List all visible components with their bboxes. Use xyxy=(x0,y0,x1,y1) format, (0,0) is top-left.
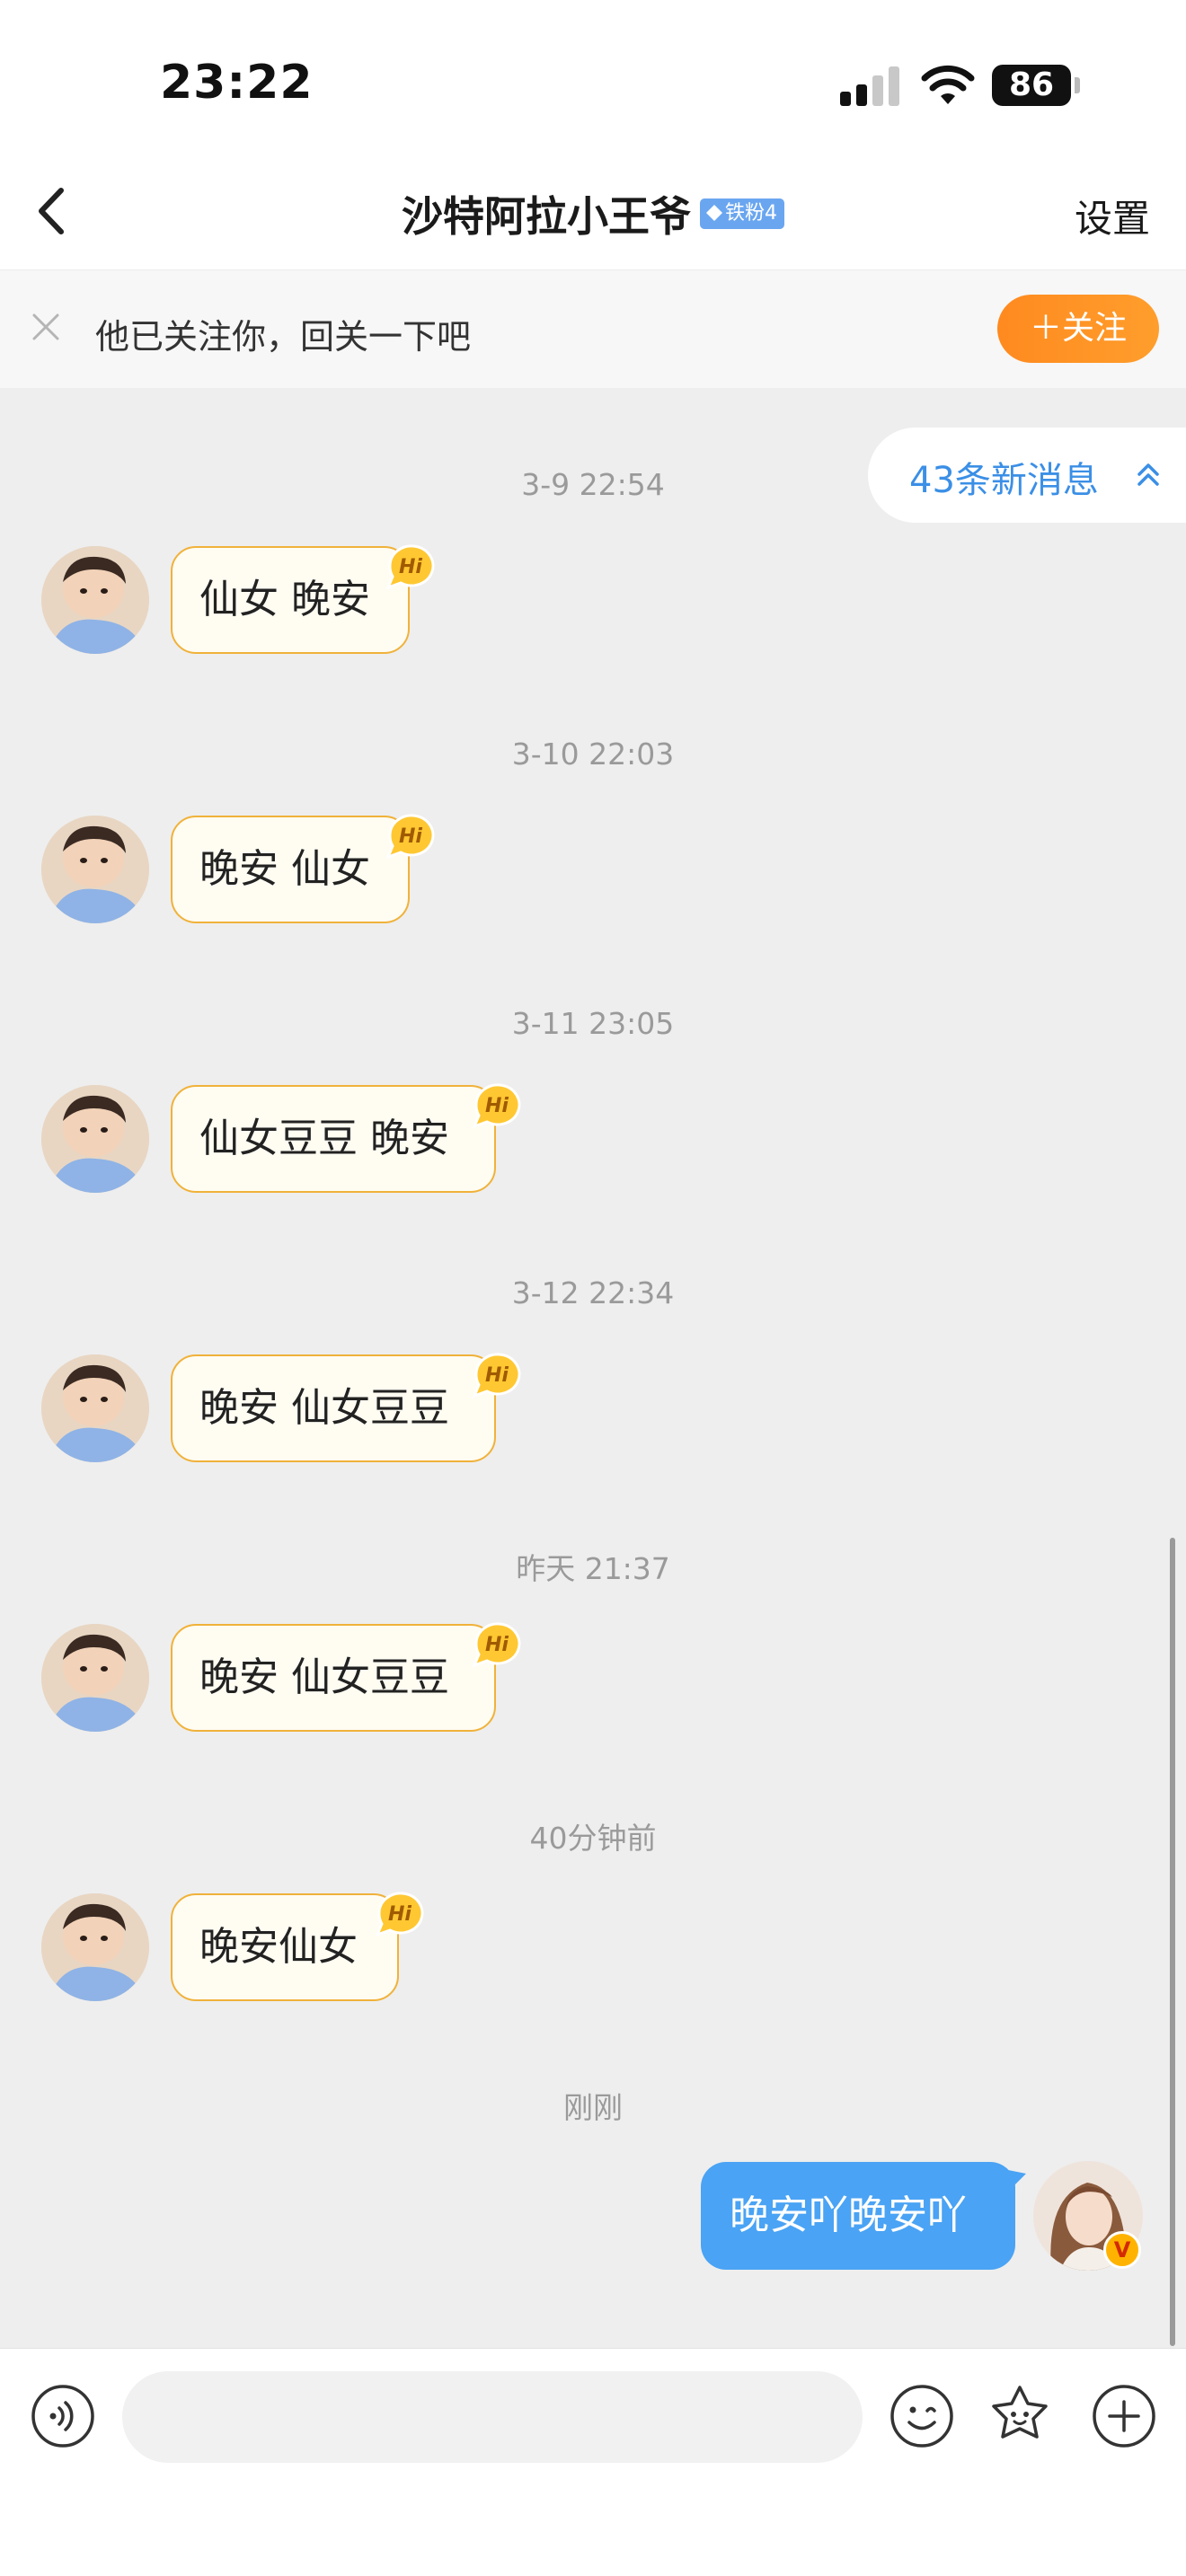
bubble-tail xyxy=(1008,2170,1026,2192)
message-timestamp: 刚刚 xyxy=(563,2090,623,2125)
wifi-icon xyxy=(921,65,975,104)
message-timestamp: 昨天 21:37 xyxy=(516,1551,670,1586)
avatar[interactable] xyxy=(41,1085,149,1193)
fan-level-label: 铁粉4 xyxy=(725,202,777,225)
scrollbar[interactable] xyxy=(1170,1538,1175,2346)
message-text: 晚安仙女 xyxy=(199,1924,358,1970)
message-input[interactable] xyxy=(122,2371,863,2463)
message-bubble[interactable]: 晚安仙女 xyxy=(171,1893,399,2001)
follow-button[interactable]: ＋关注 xyxy=(997,295,1159,363)
hi-icon: Hi xyxy=(472,1083,521,1128)
avatar[interactable] xyxy=(41,546,149,654)
avatar[interactable] xyxy=(41,1893,149,2001)
avatar[interactable] xyxy=(41,1354,149,1462)
settings-button[interactable]: 设置 xyxy=(1075,189,1150,243)
hi-badge-label: Hi xyxy=(399,556,422,578)
message-bubble[interactable]: 仙女豆豆 晚安 xyxy=(171,1085,496,1193)
verified-badge: V xyxy=(1103,2231,1141,2269)
baby-avatar-image xyxy=(41,816,149,923)
message-text: 仙女豆豆 晚安 xyxy=(199,1116,449,1161)
message-timestamp: 3-12 22:34 xyxy=(511,1275,675,1310)
baby-avatar-image xyxy=(41,1085,149,1193)
hi-icon: Hi xyxy=(385,814,435,859)
emoji-icon[interactable] xyxy=(890,2384,954,2448)
hi-badge-label: Hi xyxy=(485,1095,509,1117)
message-bubble[interactable]: 晚安 仙女 xyxy=(171,816,410,923)
message-bubble[interactable]: 晚安 仙女豆豆 xyxy=(171,1624,496,1732)
message-text: 晚安 仙女 xyxy=(199,846,370,892)
my-message-bubble[interactable]: 晚安吖晚安吖 xyxy=(701,2162,1015,2270)
message-text: 仙女 晚安 xyxy=(199,577,370,622)
status-time: 23:22 xyxy=(160,56,314,110)
baby-avatar-image xyxy=(41,1893,149,2001)
hi-badge-label: Hi xyxy=(399,825,422,848)
plus-icon[interactable] xyxy=(1092,2384,1156,2448)
message-timestamp: 40分钟前 xyxy=(529,1821,657,1856)
hi-icon: Hi xyxy=(385,544,435,589)
battery-cap xyxy=(1075,77,1080,93)
baby-avatar-image xyxy=(41,1624,149,1732)
message-text: 晚安 仙女豆豆 xyxy=(199,1654,449,1700)
hi-icon: Hi xyxy=(375,1892,424,1936)
avatar[interactable] xyxy=(41,816,149,923)
message-timestamp: 3-10 22:03 xyxy=(511,737,675,772)
page-title: 沙特阿拉小王爷 xyxy=(402,192,691,241)
baby-avatar-image xyxy=(41,546,149,654)
avatar[interactable] xyxy=(41,1624,149,1732)
message-text: 晚安吖晚安吖 xyxy=(730,2192,967,2238)
hi-icon: Hi xyxy=(472,1622,521,1667)
hi-badge-label: Hi xyxy=(485,1364,509,1387)
message-bubble[interactable]: 仙女 晚安 xyxy=(171,546,410,654)
message-timestamp: 3-11 23:05 xyxy=(511,1006,675,1041)
hi-icon: Hi xyxy=(472,1353,521,1398)
fan-level-badge: 铁粉4 xyxy=(700,198,784,229)
hi-badge-label: Hi xyxy=(485,1634,509,1656)
diamond-icon xyxy=(706,205,722,221)
cellular-signal-icon xyxy=(840,66,899,106)
follow-back-message: 他已关注你，回关一下吧 xyxy=(95,317,472,357)
message-text: 晚安 仙女豆豆 xyxy=(199,1385,449,1431)
message-timestamp: 3-9 22:54 xyxy=(521,467,665,502)
battery-indicator: 86 xyxy=(992,65,1071,106)
message-bubble[interactable]: 晚安 仙女豆豆 xyxy=(171,1354,496,1462)
close-icon[interactable] xyxy=(29,310,63,344)
voice-icon[interactable] xyxy=(31,2384,95,2448)
baby-avatar-image xyxy=(41,1354,149,1462)
page-title-wrap: 沙特阿拉小王爷 铁粉4 xyxy=(0,184,1186,241)
hi-badge-label: Hi xyxy=(388,1903,412,1926)
sticker-icon[interactable] xyxy=(987,2382,1053,2448)
